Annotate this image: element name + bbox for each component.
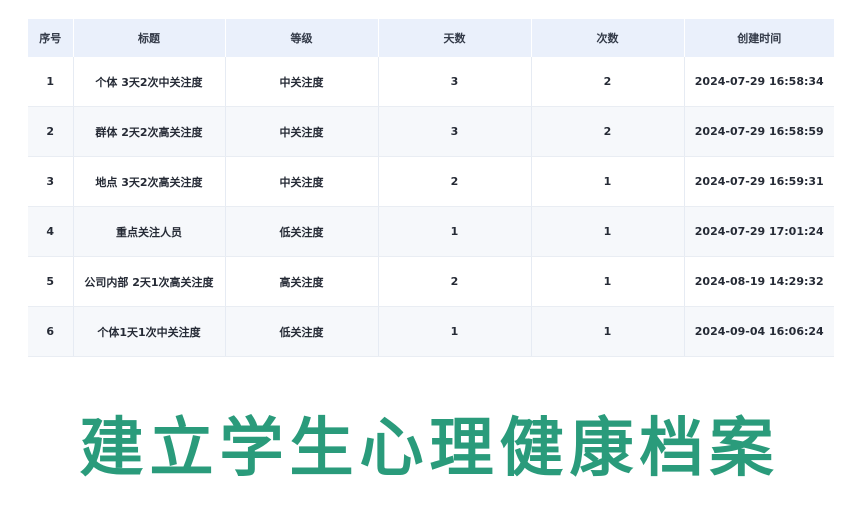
cell-days: 1 [378,206,532,257]
records-table: 序号 标题 等级 天数 次数 创建时间 1 个体 3天2次中关注度 中关注度 3… [28,19,834,357]
cell-created: 2024-08-19 14:29:32 [684,256,834,307]
cell-times: 1 [531,306,685,357]
cell-title: 个体1天1次中关注度 [73,306,226,357]
table-row[interactable]: 1 个体 3天2次中关注度 中关注度 3 2 2024-07-29 16:58:… [28,57,834,107]
cell-level: 低关注度 [225,306,379,357]
cell-seq: 1 [28,57,74,107]
cell-title: 重点关注人员 [73,206,226,257]
table-row[interactable]: 6 个体1天1次中关注度 低关注度 1 1 2024-09-04 16:06:2… [28,306,834,357]
cell-seq: 2 [28,106,74,157]
records-table-container: 序号 标题 等级 天数 次数 创建时间 1 个体 3天2次中关注度 中关注度 3… [28,19,834,357]
cell-title: 公司内部 2天1次高关注度 [73,256,226,307]
header-level[interactable]: 等级 [225,19,379,57]
page: 序号 标题 等级 天数 次数 创建时间 1 个体 3天2次中关注度 中关注度 3… [0,0,859,512]
cell-seq: 4 [28,206,74,257]
cell-title: 地点 3天2次高关注度 [73,156,226,207]
cell-level: 中关注度 [225,57,379,107]
cell-days: 2 [378,156,532,207]
cell-created: 2024-07-29 16:58:34 [684,57,834,107]
table-body: 1 个体 3天2次中关注度 中关注度 3 2 2024-07-29 16:58:… [28,57,834,357]
header-days[interactable]: 天数 [378,19,532,57]
cell-times: 2 [531,106,685,157]
header-row: 序号 标题 等级 天数 次数 创建时间 [28,19,834,57]
cell-days: 3 [378,106,532,157]
cell-times: 1 [531,256,685,307]
header-created[interactable]: 创建时间 [684,19,834,57]
cell-level: 中关注度 [225,156,379,207]
banner-title: 建立学生心理健康档案 [79,412,780,486]
cell-seq: 6 [28,306,74,357]
header-title[interactable]: 标题 [73,19,226,57]
cell-created: 2024-09-04 16:06:24 [684,306,834,357]
cell-days: 1 [378,306,532,357]
cell-times: 1 [531,156,685,207]
cell-times: 1 [531,206,685,257]
cell-days: 2 [378,256,532,307]
cell-created: 2024-07-29 17:01:24 [684,206,834,257]
cell-level: 高关注度 [225,256,379,307]
table-row[interactable]: 3 地点 3天2次高关注度 中关注度 2 1 2024-07-29 16:59:… [28,156,834,207]
cell-seq: 5 [28,256,74,307]
header-times[interactable]: 次数 [531,19,685,57]
table-row[interactable]: 2 群体 2天2次高关注度 中关注度 3 2 2024-07-29 16:58:… [28,106,834,157]
table-row[interactable]: 5 公司内部 2天1次高关注度 高关注度 2 1 2024-08-19 14:2… [28,256,834,307]
header-seq[interactable]: 序号 [28,19,74,57]
table-row[interactable]: 4 重点关注人员 低关注度 1 1 2024-07-29 17:01:24 [28,206,834,257]
cell-level: 中关注度 [225,106,379,157]
cell-days: 3 [378,57,532,107]
cell-title: 个体 3天2次中关注度 [73,57,226,107]
cell-level: 低关注度 [225,206,379,257]
cell-title: 群体 2天2次高关注度 [73,106,226,157]
table-header: 序号 标题 等级 天数 次数 创建时间 [28,19,834,57]
cell-seq: 3 [28,156,74,207]
cell-times: 2 [531,57,685,107]
cell-created: 2024-07-29 16:59:31 [684,156,834,207]
cell-created: 2024-07-29 16:58:59 [684,106,834,157]
